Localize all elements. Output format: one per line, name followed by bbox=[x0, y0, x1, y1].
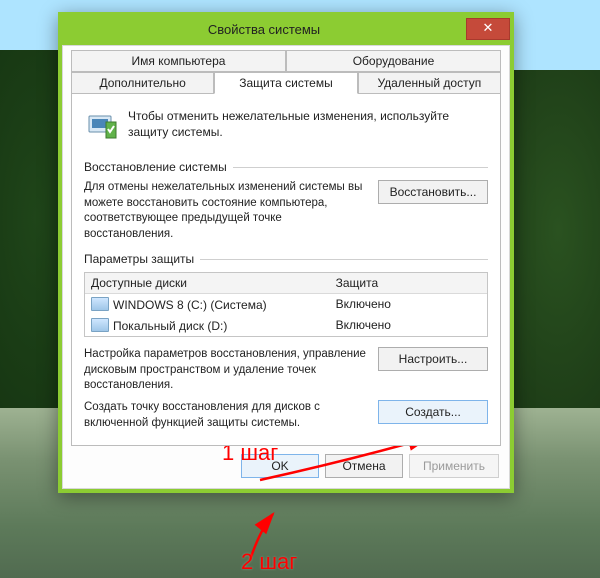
configure-description: Настройка параметров восстановления, упр… bbox=[84, 347, 368, 394]
restore-button[interactable]: Восстановить... bbox=[378, 180, 488, 204]
window-title: Свойства системы bbox=[62, 22, 466, 37]
system-protection-icon bbox=[86, 108, 118, 140]
drive-status: Включено bbox=[330, 315, 487, 336]
restore-description: Для отмены нежелательных изменений систе… bbox=[84, 180, 368, 242]
drive-status: Включено bbox=[330, 294, 487, 315]
tab-hardware[interactable]: Оборудование bbox=[286, 50, 501, 72]
tab-advanced[interactable]: Дополнительно bbox=[71, 72, 214, 94]
table-row[interactable]: WINDOWS 8 (C:) (Система) Включено bbox=[85, 294, 487, 315]
drive-name: Покальный диск (D:) bbox=[113, 319, 227, 333]
dialog-body: Имя компьютера Оборудование Дополнительн… bbox=[62, 45, 510, 489]
table-row[interactable]: Покальный диск (D:) Включено bbox=[85, 315, 487, 336]
tab-computer-name[interactable]: Имя компьютера bbox=[71, 50, 286, 72]
intro-section: Чтобы отменить нежелательные изменения, … bbox=[84, 104, 488, 150]
ok-button[interactable]: OK bbox=[241, 454, 319, 478]
dialog-button-bar: OK Отмена Применить bbox=[71, 446, 501, 480]
intro-text: Чтобы отменить нежелательные изменения, … bbox=[128, 108, 486, 140]
tab-remote[interactable]: Удаленный доступ bbox=[358, 72, 501, 94]
cancel-button[interactable]: Отмена bbox=[325, 454, 403, 478]
drive-name: WINDOWS 8 (C:) (Система) bbox=[113, 298, 267, 312]
group-protection: Параметры защиты bbox=[84, 252, 488, 266]
tab-page-system-protection: Чтобы отменить нежелательные изменения, … bbox=[71, 93, 501, 446]
drive-table: Доступные диски Защита WINDOWS 8 (C:) (С… bbox=[84, 272, 488, 337]
close-button[interactable]: ✕ bbox=[466, 18, 510, 40]
tab-system-protection[interactable]: Защита системы bbox=[214, 72, 357, 94]
configure-button[interactable]: Настроить... bbox=[378, 347, 488, 371]
system-properties-dialog: Свойства системы ✕ Имя компьютера Оборуд… bbox=[58, 12, 514, 493]
create-button[interactable]: Создать... bbox=[378, 400, 488, 424]
col-header-drives: Доступные диски bbox=[85, 273, 330, 293]
create-description: Создать точку восстановления для дисков … bbox=[84, 400, 368, 431]
drive-icon bbox=[91, 297, 109, 311]
group-restore: Восстановление системы bbox=[84, 160, 488, 174]
tab-strip: Имя компьютера Оборудование Дополнительн… bbox=[71, 50, 501, 94]
titlebar: Свойства системы ✕ bbox=[62, 16, 510, 45]
drive-icon bbox=[91, 318, 109, 332]
apply-button: Применить bbox=[409, 454, 499, 478]
col-header-status: Защита bbox=[330, 273, 487, 293]
